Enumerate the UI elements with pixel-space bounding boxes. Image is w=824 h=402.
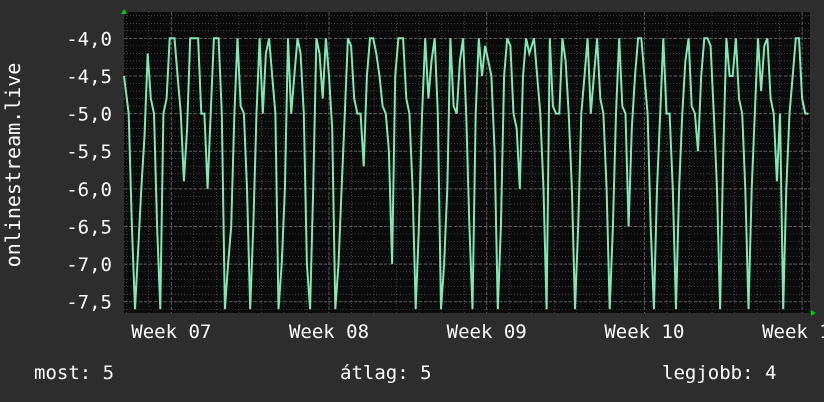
x-tick-label: Week 10 — [604, 321, 684, 343]
footer-average: átlag: 5 — [340, 362, 432, 384]
x-tick-label: Week 09 — [447, 321, 527, 343]
x-axis-arrow — [811, 310, 816, 316]
y-axis-label: onlinestream.live — [1, 63, 25, 268]
footer-best: legjobb: 4 — [662, 362, 777, 384]
y-tick-label: -4,0 — [66, 28, 112, 50]
y-tick-label: -7,5 — [66, 292, 112, 314]
x-tick-label: Week 08 — [289, 321, 369, 343]
chart: -4,0 -4,5 -5,0 -5,5 -6,0 -6,5 -7,0 -7,5 Week 07… — [1, 9, 824, 343]
y-tick-label: -6,5 — [66, 216, 112, 238]
x-tick-label: Week 07 — [131, 321, 211, 343]
x-tick-label: Week 11 — [762, 321, 824, 343]
y-tick-label: -5,0 — [66, 104, 112, 126]
y-tick-label: -5,5 — [66, 141, 112, 163]
y-tick-label: -7,0 — [66, 254, 112, 276]
footer-current: most: 5 — [34, 362, 115, 384]
y-tick-label: -4,5 — [66, 66, 112, 88]
y-tick-label: -6,0 — [66, 179, 112, 201]
y-axis-arrow — [121, 9, 127, 14]
